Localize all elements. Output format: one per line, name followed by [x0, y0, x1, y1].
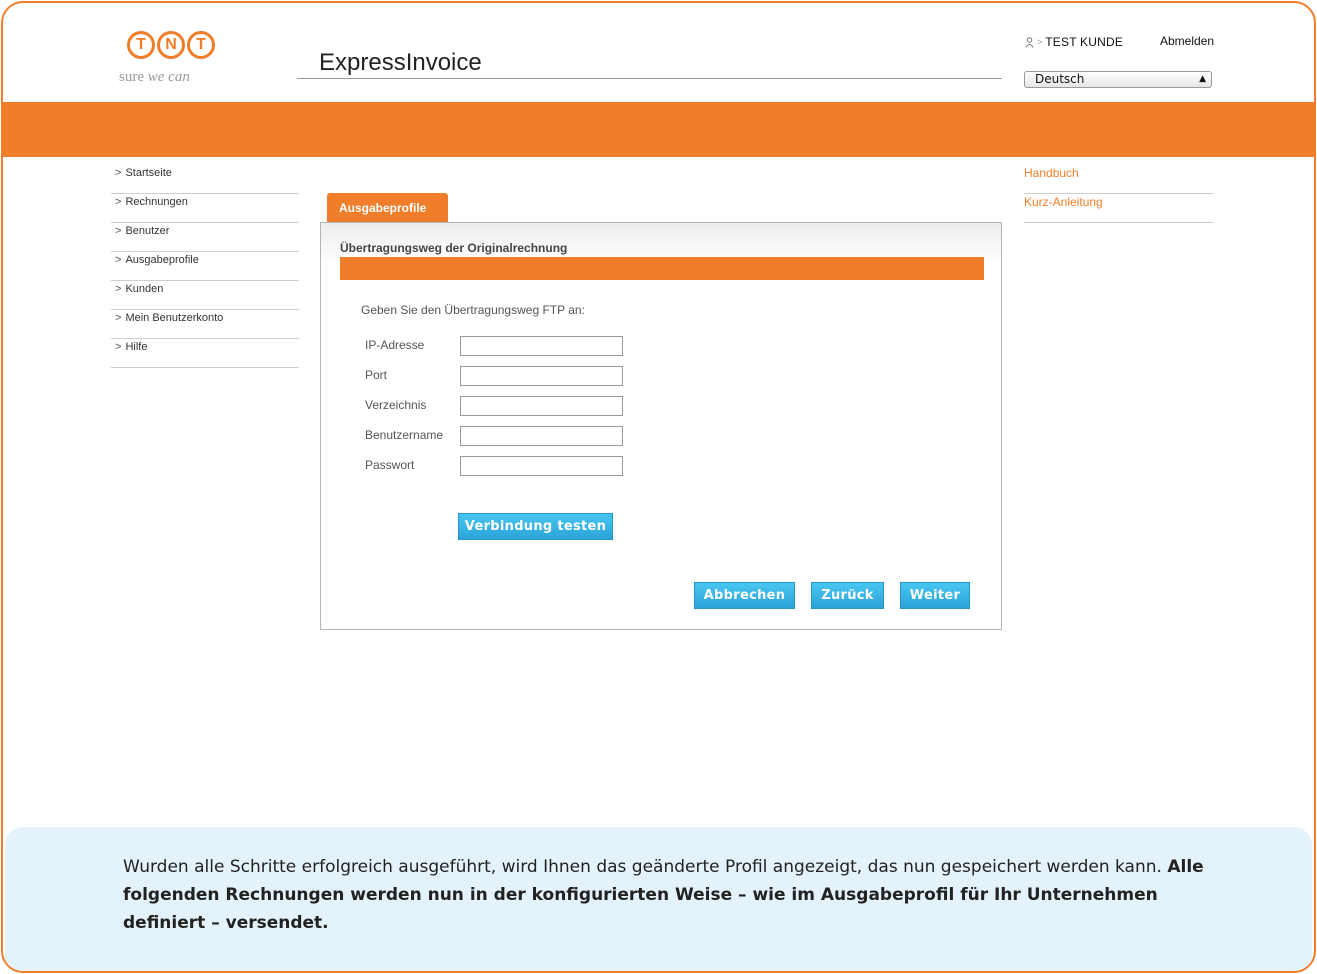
user-arrow-icon: >: [1037, 37, 1043, 47]
logo-letter-t2: T: [187, 31, 215, 59]
nav-item-benutzer[interactable]: > Benutzer: [111, 223, 299, 252]
logo-letter-t1: T: [127, 31, 155, 59]
next-button[interactable]: Weiter: [900, 582, 970, 609]
nav-item-label: Startseite: [125, 167, 172, 179]
ftp-settings-panel: Übertragungsweg der Originalrechnung Geb…: [320, 222, 1002, 630]
logo-tagline-plain: sure: [119, 69, 144, 85]
info-text-plain: Wurden alle Schritte erfolgreich ausgefü…: [123, 857, 1162, 877]
chevron-right-icon: >: [115, 167, 122, 179]
language-select[interactable]: Deutsch ▲︎: [1024, 71, 1212, 88]
nav-item-label: Kunden: [125, 283, 164, 295]
updown-arrow-icon: ▲︎: [1199, 74, 1206, 84]
nav-item-label: Benutzer: [125, 225, 170, 237]
nav-item-mein-benutzerkonto[interactable]: > Mein Benutzerkonto: [111, 310, 299, 339]
nav-item-startseite[interactable]: > Startseite: [111, 165, 299, 194]
username-input[interactable]: [460, 426, 623, 446]
chevron-right-icon: >: [115, 225, 122, 237]
screen-frame: T N T sure we can ExpressInvoice > TEST …: [1, 1, 1316, 973]
chevron-right-icon: >: [115, 254, 122, 266]
logout-link[interactable]: Abmelden: [1160, 34, 1214, 48]
username-label: Benutzername: [365, 428, 444, 442]
directory-label: Verzeichnis: [365, 398, 427, 412]
chevron-right-icon: >: [115, 283, 122, 295]
test-connection-button[interactable]: Verbindung testen: [458, 513, 613, 540]
logo-tagline: sure we can: [119, 69, 190, 86]
section-bar: [340, 257, 984, 280]
title-divider: [297, 78, 1002, 79]
user-info: > TEST KUNDE: [1025, 35, 1123, 49]
logo-letter-n: N: [157, 31, 185, 59]
ip-address-label: IP-Adresse: [365, 338, 425, 352]
help-links: Handbuch Kurz-Anleitung: [1024, 165, 1214, 223]
user-name: TEST KUNDE: [1045, 35, 1124, 49]
nav-item-label: Hilfe: [125, 341, 148, 353]
info-box: Wurden alle Schritte erfolgreich ausgefü…: [5, 827, 1312, 971]
left-nav: > Startseite > Rechnungen > Benutzer > Ausga…: [111, 165, 299, 368]
chevron-right-icon: >: [115, 341, 122, 353]
info-text: Wurden alle Schritte erfolgreich ausgefü…: [123, 853, 1223, 937]
cancel-button[interactable]: Abbrechen: [694, 582, 795, 609]
nav-item-label: Mein Benutzerkonto: [125, 312, 224, 324]
kurz-anleitung-link[interactable]: Kurz-Anleitung: [1024, 194, 1214, 223]
password-input[interactable]: [460, 456, 623, 476]
nav-item-label: Rechnungen: [125, 196, 188, 208]
user-icon: [1025, 36, 1034, 48]
nav-item-ausgabeprofile[interactable]: > Ausgabeprofile: [111, 252, 299, 281]
chevron-right-icon: >: [115, 312, 122, 324]
port-input[interactable]: [460, 366, 623, 386]
nav-item-kunden[interactable]: > Kunden: [111, 281, 299, 310]
nav-item-hilfe[interactable]: > Hilfe: [111, 339, 299, 368]
logo-circles: T N T: [127, 31, 215, 61]
directory-input[interactable]: [460, 396, 623, 416]
back-button[interactable]: Zurück: [811, 582, 884, 609]
port-label: Port: [365, 368, 388, 382]
password-label: Passwort: [365, 458, 415, 472]
section-title: Übertragungsweg der Originalrechnung: [340, 241, 568, 255]
header-band: [3, 102, 1314, 157]
handbuch-link[interactable]: Handbuch: [1024, 165, 1214, 194]
logo-tagline-script: we can: [147, 69, 190, 85]
language-selected: Deutsch: [1035, 72, 1085, 86]
tab-ausgabeprofile[interactable]: Ausgabeprofile: [327, 193, 448, 222]
nav-item-label: Ausgabeprofile: [125, 254, 199, 266]
ip-address-input[interactable]: [460, 336, 623, 356]
app-title: ExpressInvoice: [319, 49, 482, 76]
chevron-right-icon: >: [115, 196, 122, 208]
tnt-logo[interactable]: T N T sure we can: [119, 25, 229, 103]
instruction-text: Geben Sie den Übertragungsweg FTP an:: [361, 303, 585, 317]
nav-item-rechnungen[interactable]: > Rechnungen: [111, 194, 299, 223]
